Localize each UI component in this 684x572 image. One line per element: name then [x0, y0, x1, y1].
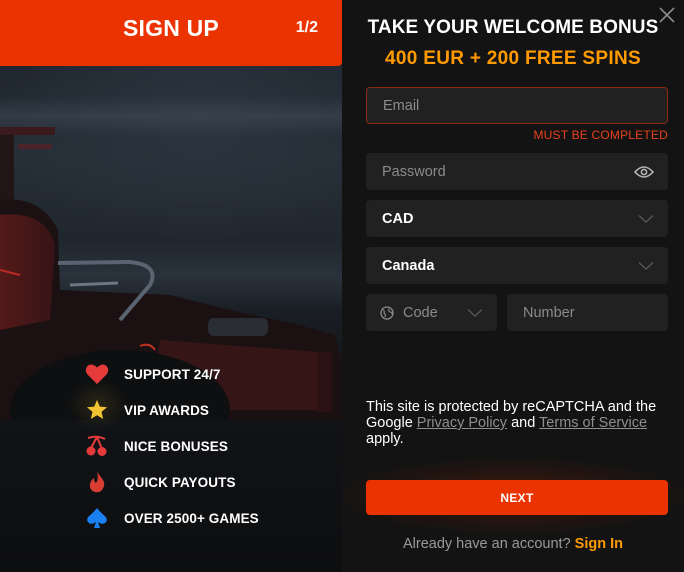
- feature-item-support: SUPPORT 24/7: [84, 356, 259, 392]
- bonus-title: TAKE YOUR WELCOME BONUS: [367, 17, 659, 38]
- feature-label: OVER 2500+ GAMES: [124, 510, 259, 526]
- signup-title: SIGN UP: [123, 15, 219, 41]
- next-button[interactable]: NEXT: [366, 480, 668, 515]
- chevron-down-icon: [638, 214, 654, 223]
- feature-item-vip: VIP AWARDS: [84, 392, 259, 428]
- feature-list: SUPPORT 24/7 VIP AWARDS NICE BONUSES QUI…: [84, 356, 259, 536]
- email-field[interactable]: [366, 87, 668, 124]
- signup-header: SIGN UP 1/2: [0, 0, 342, 66]
- signup-form-panel: TAKE YOUR WELCOME BONUS 400 EUR + 200 FR…: [342, 0, 684, 572]
- feature-label: SUPPORT 24/7: [124, 366, 221, 382]
- recaptcha-text: apply.: [366, 431, 404, 447]
- signin-link[interactable]: Sign In: [575, 536, 623, 552]
- privacy-policy-link[interactable]: Privacy Policy: [417, 415, 507, 431]
- chevron-down-icon: [638, 261, 654, 270]
- promo-panel: SIGN UP 1/2 SUPPORT 24/7 VIP AWARDS NICE…: [0, 0, 342, 572]
- terms-of-service-link[interactable]: Terms of Service: [539, 415, 647, 431]
- star-icon: [84, 398, 110, 422]
- password-input[interactable]: [382, 163, 652, 180]
- signin-prompt: Already have an account? Sign In: [342, 536, 684, 552]
- country-value: Canada: [382, 257, 435, 274]
- feature-label: VIP AWARDS: [124, 402, 210, 418]
- recaptcha-notice: This site is protected by reCAPTCHA and …: [366, 399, 666, 447]
- step-indicator: 1/2: [295, 19, 318, 36]
- eye-icon[interactable]: [634, 165, 654, 179]
- globe-icon: [380, 305, 394, 320]
- recaptcha-text: and: [507, 415, 540, 431]
- feature-item-payouts: QUICK PAYOUTS: [84, 464, 259, 500]
- email-input[interactable]: [383, 97, 651, 114]
- feature-item-bonuses: NICE BONUSES: [84, 428, 259, 464]
- signin-prompt-text: Already have an account?: [402, 536, 575, 552]
- cherries-icon: [84, 434, 110, 458]
- phone-number-field[interactable]: [507, 294, 668, 331]
- currency-value: CAD: [382, 210, 414, 227]
- currency-select[interactable]: CAD: [366, 200, 668, 237]
- feature-label: QUICK PAYOUTS: [124, 474, 236, 490]
- password-field[interactable]: [366, 153, 668, 190]
- bonus-offer: 400 EUR + 200 FREE SPINS: [385, 48, 641, 69]
- chevron-down-icon: [467, 308, 483, 317]
- feature-label: NICE BONUSES: [124, 438, 228, 454]
- spade-icon: [84, 506, 110, 530]
- flame-icon: [84, 470, 110, 494]
- phone-code-select[interactable]: Code: [366, 294, 497, 331]
- phone-number-input[interactable]: [523, 304, 652, 321]
- country-select[interactable]: Canada: [366, 247, 668, 284]
- email-error-message: MUST BE COMPLETED: [533, 128, 668, 142]
- heart-icon: [84, 362, 110, 386]
- phone-code-placeholder: Code: [403, 304, 438, 321]
- feature-item-games: OVER 2500+ GAMES: [84, 500, 259, 536]
